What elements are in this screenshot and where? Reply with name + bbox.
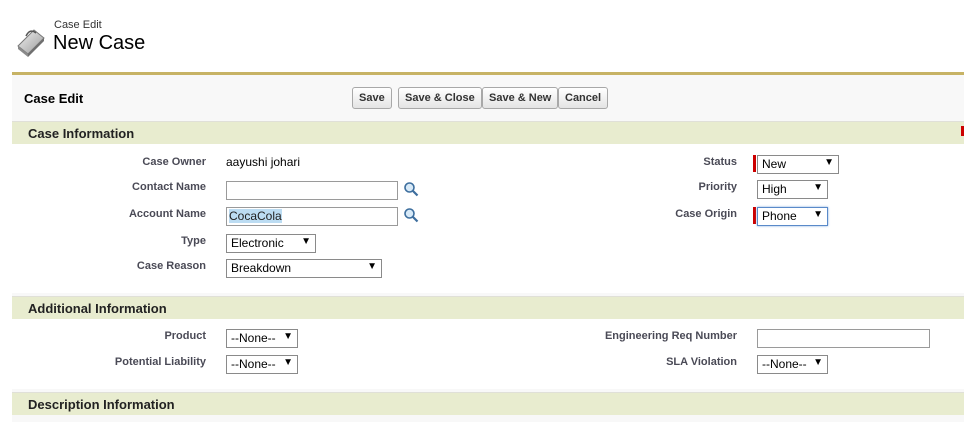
product-select[interactable]: --None-- ▼ <box>226 329 298 348</box>
chevron-down-icon: ▼ <box>824 157 834 168</box>
chevron-down-icon: ▼ <box>283 357 293 368</box>
type-select[interactable]: Electronic ▼ <box>226 234 316 253</box>
section-header-case-information: Case Information <box>12 121 964 144</box>
case-reason-select[interactable]: Breakdown ▼ <box>226 259 382 278</box>
case-origin-select[interactable]: Phone ▼ <box>757 207 828 226</box>
engineering-req-number-label: Engineering Req Number <box>604 330 737 342</box>
status-value: New <box>762 157 787 171</box>
priority-select[interactable]: High ▼ <box>757 180 828 199</box>
potential-liability-select[interactable]: --None-- ▼ <box>226 355 298 374</box>
section-title: Description Information <box>28 397 175 412</box>
page-header: Case Edit New Case <box>14 16 414 60</box>
sla-violation-value: --None-- <box>762 357 807 371</box>
case-origin-label: Case Origin <box>675 208 737 220</box>
priority-label: Priority <box>698 181 737 193</box>
sla-violation-select[interactable]: --None-- ▼ <box>757 355 828 374</box>
case-reason-label: Case Reason <box>136 260 206 272</box>
case-edit-block: Case Edit Save Save & Close Save & New C… <box>12 72 964 422</box>
section-title: Case Information <box>28 126 135 141</box>
chevron-down-icon: ▼ <box>813 182 823 193</box>
priority-value: High <box>762 182 787 196</box>
save-close-button[interactable]: Save & Close <box>398 87 482 109</box>
chevron-down-icon: ▼ <box>367 261 377 272</box>
save-button[interactable]: Save <box>352 87 392 109</box>
section-body-case-information: Case Owner aayushi johari Contact Name A… <box>12 144 964 293</box>
contact-name-label: Contact Name <box>132 181 206 193</box>
cancel-button[interactable]: Cancel <box>558 87 609 109</box>
lookup-icon[interactable] <box>403 207 419 223</box>
type-label: Type <box>181 235 206 247</box>
chevron-down-icon: ▼ <box>283 331 293 342</box>
chevron-down-icon: ▼ <box>813 357 823 368</box>
potential-liability-value: --None-- <box>231 357 276 371</box>
type-value: Electronic <box>231 236 284 250</box>
section-body-additional-information: Product --None-- ▼ Potential Liability -… <box>12 319 964 389</box>
case-reason-value: Breakdown <box>231 261 292 275</box>
page-title: New Case <box>53 32 146 54</box>
section-header-additional-information: Additional Information <box>12 296 964 319</box>
case-owner-label: Case Owner <box>142 156 206 168</box>
required-indicator <box>753 207 756 224</box>
section-title: Additional Information <box>28 301 167 316</box>
section-header-description-information: Description Information <box>12 392 964 415</box>
case-owner-value[interactable]: aayushi johari <box>226 155 300 169</box>
chevron-down-icon: ▼ <box>813 209 823 220</box>
contact-name-input[interactable] <box>226 181 398 200</box>
save-new-button[interactable]: Save & New <box>482 87 559 109</box>
product-label: Product <box>164 330 206 342</box>
page-subtitle: Case Edit <box>54 19 102 31</box>
sla-violation-label: SLA Violation <box>666 356 737 368</box>
lookup-icon[interactable] <box>403 181 419 197</box>
engineering-req-number-input[interactable] <box>757 329 930 348</box>
product-value: --None-- <box>231 331 276 345</box>
status-select[interactable]: New ▼ <box>757 155 839 174</box>
potential-liability-label: Potential Liability <box>114 356 206 368</box>
case-origin-value: Phone <box>762 209 797 223</box>
required-indicator <box>753 155 756 172</box>
account-name-input[interactable]: CocaCola <box>226 207 398 226</box>
case-icon <box>17 29 45 57</box>
account-name-label: Account Name <box>128 208 206 220</box>
account-name-value: CocaCola <box>229 209 282 223</box>
chevron-down-icon: ▼ <box>301 236 311 247</box>
status-label: Status <box>703 156 737 168</box>
block-title: Case Edit <box>24 91 84 106</box>
